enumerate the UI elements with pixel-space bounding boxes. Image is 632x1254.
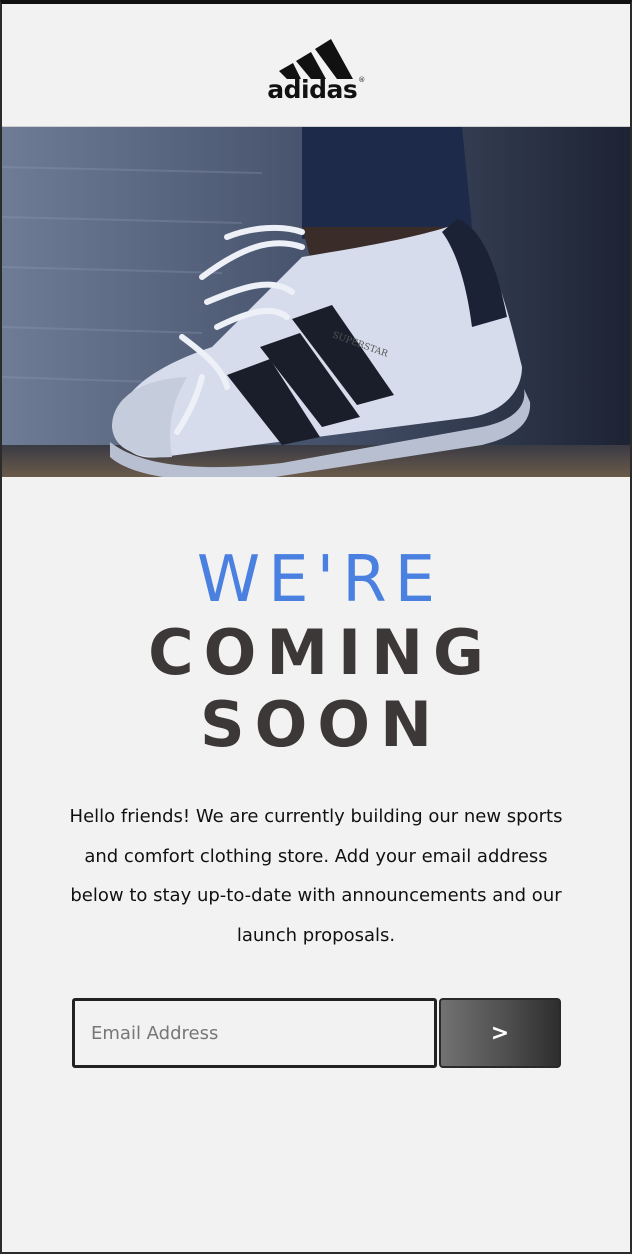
headline-line-1: WE'RE	[196, 543, 444, 617]
email-input[interactable]	[72, 998, 437, 1068]
hero-image: SUPERSTAR	[2, 127, 630, 477]
shoe-photo: SUPERSTAR	[2, 127, 630, 477]
page-frame: adidas® SUPERSTAR WE'RE COMING SOON Hell…	[0, 0, 632, 1254]
description-text: Hello friends! We are currently building…	[69, 806, 563, 946]
headline-line-2: COMING	[148, 616, 494, 689]
signup-form: >	[72, 998, 562, 1068]
headline-line-3: SOON	[200, 688, 442, 761]
adidas-stripes-icon	[278, 38, 353, 79]
main-content: WE'RE COMING SOON Hello friends! We are …	[2, 543, 630, 955]
submit-button[interactable]: >	[439, 998, 561, 1068]
header: adidas®	[2, 4, 630, 127]
adidas-logo[interactable]: adidas®	[267, 33, 365, 104]
registered-mark: ®	[358, 75, 365, 84]
logo-wordmark: adidas®	[267, 74, 365, 104]
